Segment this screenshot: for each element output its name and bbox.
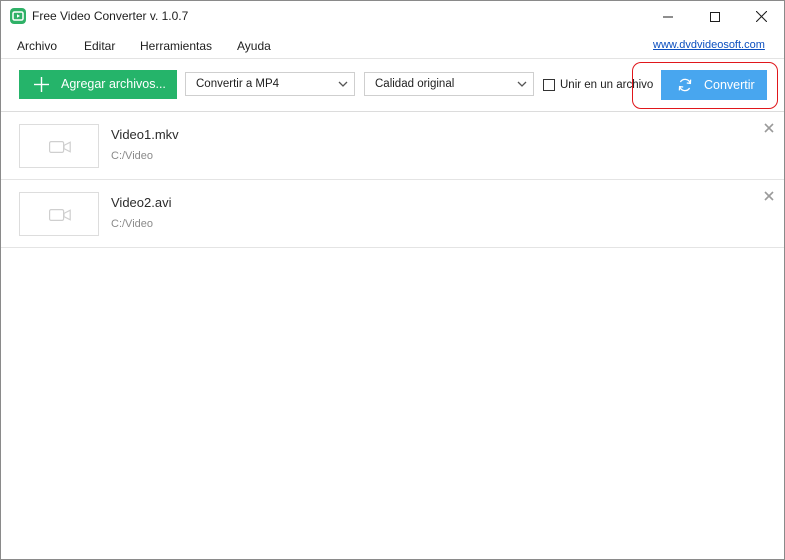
quality-select-value: Calidad original [375, 78, 455, 90]
menu-bar: Archivo Editar Herramientas Ayuda www.dv… [1, 32, 784, 59]
video-thumbnail [19, 192, 99, 236]
file-name: Video1.mkv [111, 127, 179, 142]
minimize-button[interactable] [645, 1, 691, 32]
window-title: Free Video Converter v. 1.0.7 [32, 9, 189, 23]
close-icon [764, 191, 774, 201]
chevron-down-icon [517, 80, 527, 88]
video-camera-icon [49, 208, 71, 222]
remove-file-button[interactable] [763, 190, 775, 202]
maximize-icon [710, 11, 720, 22]
maximize-button[interactable] [692, 1, 738, 32]
format-select[interactable]: Convertir a MP4 [185, 72, 355, 96]
app-logo-icon [10, 8, 26, 24]
chevron-down-icon [338, 80, 348, 88]
app-window: Free Video Converter v. 1.0.7 Archivo Ed… [0, 0, 785, 560]
file-row[interactable]: Video2.avi C:/Video [1, 180, 784, 248]
quality-select[interactable]: Calidad original [364, 72, 534, 96]
close-window-button[interactable] [738, 1, 784, 32]
add-files-button[interactable]: Agregar archivos... [19, 70, 177, 99]
convert-label: Convertir [704, 78, 755, 92]
video-thumbnail [19, 124, 99, 168]
file-row[interactable]: Video1.mkv C:/Video [1, 112, 784, 180]
title-bar[interactable]: Free Video Converter v. 1.0.7 [1, 1, 784, 32]
merge-checkbox-label[interactable]: Unir en un archivo [560, 79, 653, 91]
close-icon [755, 11, 767, 22]
plus-icon [34, 77, 49, 92]
add-files-label: Agregar archivos... [61, 77, 166, 91]
menu-archivo[interactable]: Archivo [17, 39, 57, 53]
menu-editar[interactable]: Editar [84, 39, 115, 53]
toolbar: Agregar archivos... Convertir a MP4 Cali… [1, 59, 784, 112]
menu-ayuda[interactable]: Ayuda [237, 39, 271, 53]
file-list: Video1.mkv C:/Video Video2.avi C:/Video [1, 112, 784, 248]
refresh-icon [677, 77, 693, 93]
file-path: C:/Video [111, 150, 153, 162]
menu-herramientas[interactable]: Herramientas [140, 39, 212, 53]
file-name: Video2.avi [111, 195, 172, 210]
file-path: C:/Video [111, 218, 153, 230]
merge-checkbox[interactable] [543, 79, 555, 91]
remove-file-button[interactable] [763, 122, 775, 134]
website-link[interactable]: www.dvdvideosoft.com [653, 39, 765, 51]
format-select-value: Convertir a MP4 [196, 78, 280, 90]
close-icon [764, 123, 774, 133]
convert-button[interactable]: Convertir [661, 70, 767, 100]
minimize-icon [663, 16, 673, 17]
video-camera-icon [49, 140, 71, 154]
